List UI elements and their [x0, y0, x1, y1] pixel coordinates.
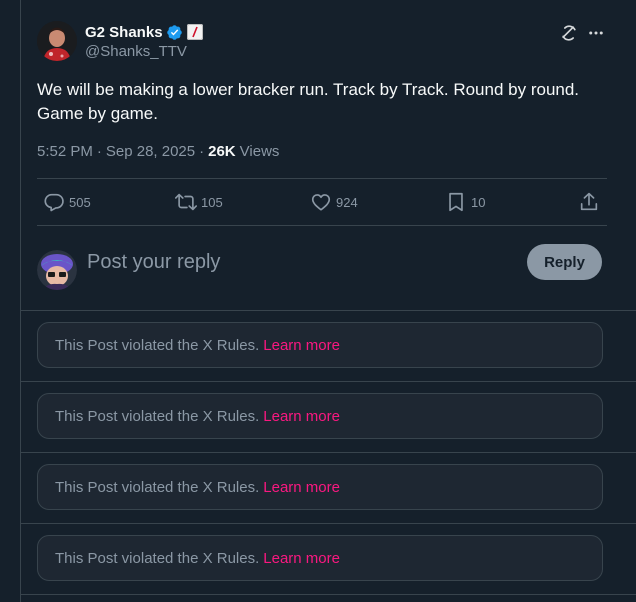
- repost-icon: [175, 193, 197, 211]
- bookmark-action-button[interactable]: 10: [445, 179, 485, 225]
- divider: [37, 225, 607, 226]
- verified-badge-icon: [166, 24, 183, 41]
- reply-action-button[interactable]: 505: [43, 179, 91, 225]
- violated-reply-row: This Post violated the X Rules. Learn mo…: [21, 381, 636, 452]
- share-action-button[interactable]: [578, 179, 600, 225]
- grok-explain-button[interactable]: [558, 22, 580, 44]
- learn-more-link[interactable]: Learn more: [263, 337, 340, 354]
- violation-message: This Post violated the X Rules.: [55, 549, 260, 567]
- share-icon: [580, 192, 598, 211]
- violated-post-notice: This Post violated the X Rules. Learn mo…: [37, 464, 603, 510]
- violated-post-notice: This Post violated the X Rules. Learn mo…: [37, 535, 603, 581]
- reply-count: 505: [69, 194, 91, 210]
- violated-reply-row: This Post violated the X Rules. Learn mo…: [21, 452, 636, 523]
- violation-message: This Post violated the X Rules.: [55, 407, 260, 425]
- reply-icon: [44, 193, 64, 212]
- meta-separator: ·: [199, 143, 205, 160]
- bookmark-icon: [449, 192, 463, 212]
- author-avatar[interactable]: [37, 21, 77, 61]
- author-name-row: G2 Shanks: [85, 23, 203, 41]
- reply-button[interactable]: Reply: [527, 244, 602, 280]
- like-count: 924: [336, 194, 358, 210]
- more-dots-icon: [589, 31, 603, 35]
- post-time[interactable]: 5:52 PM: [37, 143, 93, 160]
- author-handle[interactable]: @Shanks_TTV: [85, 43, 187, 60]
- post-detail-column: G2 Shanks @Shanks_TTV We will be making …: [20, 0, 636, 602]
- reply-input[interactable]: Post your reply: [87, 250, 507, 274]
- post-meta: 5:52 PM · Sep 28, 2025 · 26K Views: [37, 143, 279, 160]
- violation-message: This Post violated the X Rules.: [55, 336, 260, 354]
- post-text: We will be making a lower bracker run. T…: [37, 80, 580, 123]
- action-bar: 505 105 924 10: [37, 179, 607, 225]
- violated-post-notice: This Post violated the X Rules. Learn mo…: [37, 322, 603, 368]
- views-label: Views: [239, 143, 280, 160]
- grok-icon: [562, 25, 576, 41]
- post-date[interactable]: Sep 28, 2025: [106, 143, 195, 160]
- learn-more-link[interactable]: Learn more: [263, 408, 340, 425]
- violation-message: This Post violated the X Rules.: [55, 478, 260, 496]
- more-options-button[interactable]: [585, 22, 607, 44]
- repost-action-button[interactable]: 105: [175, 179, 223, 225]
- bookmark-count: 10: [471, 194, 486, 210]
- views-count: 26K: [208, 143, 236, 160]
- violated-reply-row: This Post violated the X Rules. Learn mo…: [21, 310, 636, 381]
- repost-count: 105: [201, 194, 223, 210]
- affiliate-badge-icon[interactable]: [186, 24, 203, 40]
- like-action-button[interactable]: 924: [310, 179, 358, 225]
- violated-post-notice: This Post violated the X Rules. Learn mo…: [37, 393, 603, 439]
- violated-reply-row: This Post violated the X Rules. Learn mo…: [21, 523, 636, 594]
- author-display-name[interactable]: G2 Shanks: [85, 24, 163, 41]
- learn-more-link[interactable]: Learn more: [263, 550, 340, 567]
- violated-reply-row: [21, 594, 636, 602]
- learn-more-link[interactable]: Learn more: [263, 479, 340, 496]
- meta-separator: ·: [96, 143, 102, 160]
- current-user-avatar[interactable]: [37, 250, 77, 290]
- heart-icon: [311, 194, 331, 211]
